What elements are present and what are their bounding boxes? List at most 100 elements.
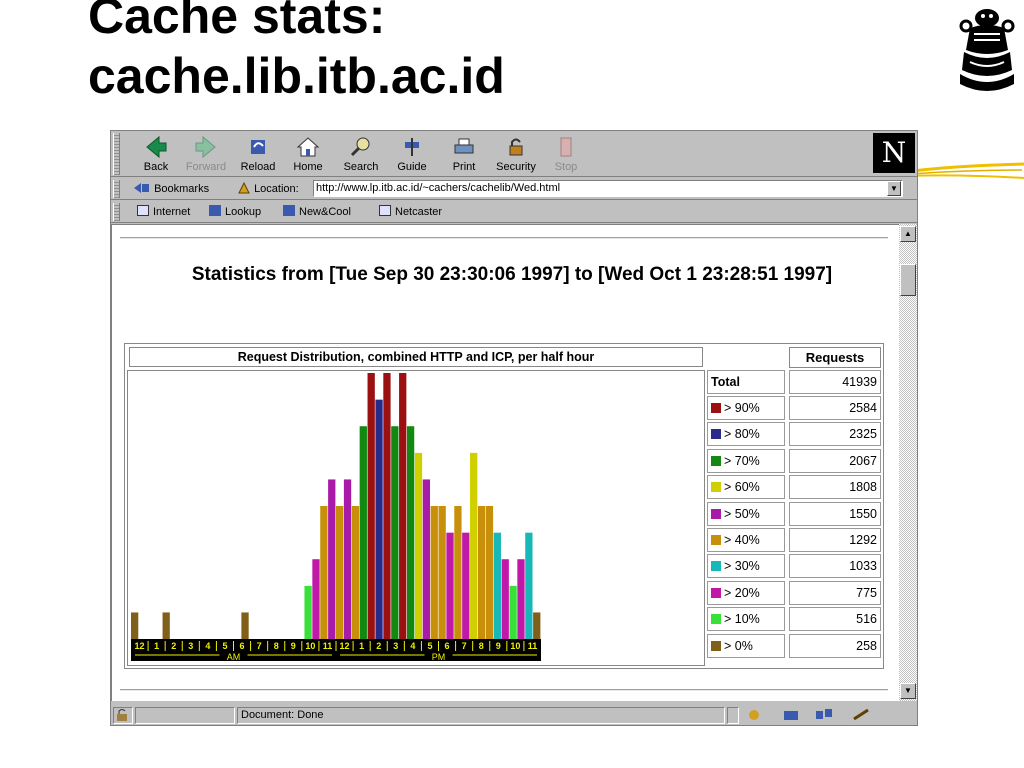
personal-item-internet[interactable]: Internet xyxy=(137,205,190,218)
security-button[interactable]: Security xyxy=(491,134,541,176)
university-seal-logo xyxy=(959,9,1015,91)
chart-bar xyxy=(399,373,407,639)
folder-icon xyxy=(283,205,295,216)
page-content: Statistics from [Tue Sep 30 23:30:06 199… xyxy=(111,224,899,701)
personal-toolbar-grip[interactable] xyxy=(113,203,120,221)
composer-icon xyxy=(853,708,869,721)
bookmarks-button[interactable]: Bookmarks xyxy=(133,182,209,195)
legend-value: 1292 xyxy=(789,528,881,552)
home-button[interactable]: Home xyxy=(283,134,333,176)
location-toolbar: Bookmarks Location: http://www.lp.itb.ac… xyxy=(111,178,917,200)
chart-bar xyxy=(359,426,367,639)
chart-bar xyxy=(391,426,399,639)
legend-value: 1033 xyxy=(789,554,881,579)
chart-bar xyxy=(493,532,501,639)
browser-window: Back Forward Reload Home Search Guide Pr… xyxy=(110,130,918,726)
chart-bar xyxy=(328,479,336,639)
chart-bar xyxy=(375,399,383,639)
chart-area: 12 1 2 3 4 5 6 7 8 9 10 11 12 1 2 3 4 5 6 7 8 9 10 11 AM PM xyxy=(127,370,705,666)
legend-swatch xyxy=(711,482,721,493)
chart-bar xyxy=(438,506,446,639)
personal-item-lookup[interactable]: Lookup xyxy=(209,205,261,218)
hour-tick-label: 8 xyxy=(479,641,484,651)
back-arrow-icon xyxy=(146,135,167,159)
location-toolbar-grip[interactable] xyxy=(113,180,120,198)
period-label: AM xyxy=(227,652,241,662)
hour-tick-label: 12 xyxy=(340,641,350,651)
stats-heading: Statistics from [Tue Sep 30 23:30:06 199… xyxy=(191,264,833,285)
hour-tick-label: 11 xyxy=(323,641,333,651)
navigator-icon xyxy=(749,710,759,720)
scroll-thumb[interactable] xyxy=(900,264,916,296)
vertical-scrollbar[interactable]: ▲ ▼ xyxy=(899,224,917,701)
legend-swatch xyxy=(711,429,721,440)
chart-bar xyxy=(162,612,170,639)
legend-label: > 60% xyxy=(707,475,785,500)
legend-value: 2067 xyxy=(789,448,881,473)
chart-bar xyxy=(406,426,415,639)
chart-bar xyxy=(414,452,423,639)
reload-button[interactable]: Reload xyxy=(233,134,283,176)
security-status-icon[interactable] xyxy=(113,707,133,724)
chart-bar xyxy=(446,532,454,639)
mail-icon xyxy=(784,711,798,720)
scroll-up-button[interactable]: ▲ xyxy=(900,226,916,242)
chart-title: Request Distribution, combined HTTP and … xyxy=(129,347,703,367)
period-label: PM xyxy=(432,652,446,662)
personal-item-netcaster[interactable]: Netcaster xyxy=(379,205,442,218)
hour-tick-label: 5 xyxy=(222,641,227,651)
legend-label: > 10% xyxy=(707,607,785,632)
location-dropdown-button[interactable]: ▼ xyxy=(887,181,901,196)
chart-bar xyxy=(533,612,541,639)
hour-tick-label: 4 xyxy=(205,641,210,651)
folder-icon xyxy=(209,205,221,216)
legend-label: > 50% xyxy=(707,501,785,526)
legend-label: > 0% xyxy=(707,633,785,658)
legend-label-text: > 90% xyxy=(724,401,760,415)
location-url-input[interactable]: http://www.lp.itb.ac.id/~cachers/cacheli… xyxy=(313,180,903,197)
horizontal-rule xyxy=(120,237,888,239)
chart-bar xyxy=(462,532,470,639)
legend-label-text: > 60% xyxy=(724,480,760,495)
print-button[interactable]: Print xyxy=(439,134,489,176)
chart-bar xyxy=(454,506,462,639)
legend-label-text: > 40% xyxy=(724,533,760,547)
hour-tick-label: 6 xyxy=(445,641,450,651)
chart-bar xyxy=(343,479,352,639)
hour-tick-label: 2 xyxy=(171,641,176,651)
toolbar-grip[interactable] xyxy=(113,133,120,175)
hour-tick-label: 10 xyxy=(510,641,520,651)
legend-value: 2325 xyxy=(789,422,881,447)
netscape-n-logo[interactable]: N xyxy=(873,133,915,173)
forward-button[interactable]: Forward xyxy=(181,134,231,176)
hour-tick-label: 12 xyxy=(135,641,145,651)
location-label: Location: xyxy=(237,181,299,195)
legend-label-text: > 30% xyxy=(724,559,760,574)
bookmarks-label: Bookmarks xyxy=(154,183,210,195)
back-button[interactable]: Back xyxy=(131,134,181,176)
chart-bar xyxy=(517,559,525,639)
hour-tick-label: 6 xyxy=(240,641,245,651)
legend-label-text: > 10% xyxy=(724,612,760,627)
legend-label: > 70% xyxy=(707,448,785,473)
hour-tick-label: 7 xyxy=(462,641,467,651)
legend-label-text: > 20% xyxy=(724,585,760,600)
legend-label-text: > 80% xyxy=(724,427,760,442)
personal-item-newcool[interactable]: New&Cool xyxy=(283,205,351,218)
stop-button[interactable]: Stop xyxy=(541,134,591,176)
scroll-down-button[interactable]: ▼ xyxy=(900,683,916,699)
chart-bar xyxy=(367,373,375,639)
page-icon xyxy=(137,205,149,216)
slide-title-line2: cache.lib.itb.ac.id xyxy=(88,48,505,104)
legend-label: > 20% xyxy=(707,580,785,605)
legend-value: 516 xyxy=(789,607,881,632)
search-button[interactable]: Search xyxy=(336,134,386,176)
legend-label: > 40% xyxy=(707,528,785,552)
legend-value: 258 xyxy=(789,633,881,658)
chart-bar xyxy=(312,559,320,639)
forward-arrow-icon xyxy=(195,135,216,159)
status-bar: Document: Done xyxy=(111,705,917,725)
guide-button[interactable]: Guide xyxy=(387,134,437,176)
legend-swatch xyxy=(711,455,721,466)
chart-bar xyxy=(304,585,312,639)
